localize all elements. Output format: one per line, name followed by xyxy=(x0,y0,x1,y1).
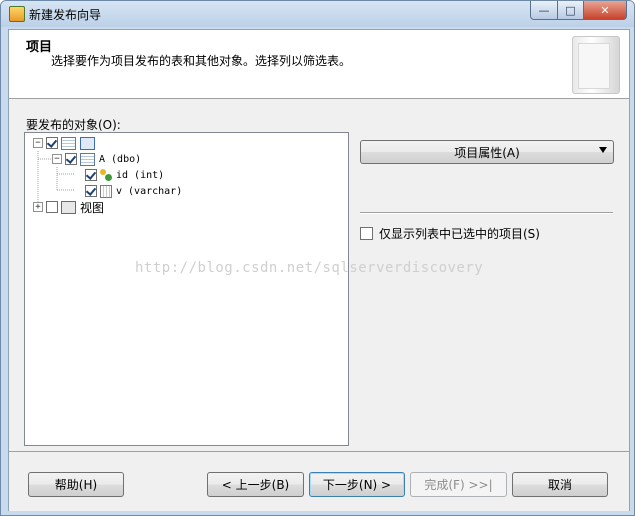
objects-tree[interactable]: − 表 − A (dbo) id (int) v (varchar) xyxy=(24,132,349,446)
tree-checkbox-column-v[interactable] xyxy=(85,185,97,197)
wizard-icon xyxy=(9,6,25,22)
close-button[interactable]: ✕ xyxy=(583,1,627,20)
wizard-body: 项目 选择要作为项目发布的表和其他对象。选择列以筛选表。 要发布的对象(O): … xyxy=(8,29,630,511)
tree-label-table-a: A (dbo) xyxy=(99,153,142,165)
item-properties-button[interactable]: 项目属性(A) xyxy=(360,140,614,164)
help-label: 帮助(H) xyxy=(54,478,98,492)
dropdown-arrow-icon xyxy=(599,147,607,153)
wizard-window: 新建发布向导 — □ ✕ 项目 选择要作为项目发布的表和其他对象。选择列以筛选表… xyxy=(0,0,635,516)
cancel-button[interactable]: 取消 xyxy=(512,472,608,497)
back-label: < 上一步(B) xyxy=(221,478,290,492)
item-properties-label: 项目属性(A) xyxy=(454,145,520,160)
tree-node-views[interactable]: + 视图 xyxy=(33,199,104,215)
tree-checkbox-column-id[interactable] xyxy=(85,169,97,181)
tables-icon xyxy=(80,136,95,150)
tree-node-column-id[interactable]: id (int) xyxy=(85,167,164,183)
column-icon xyxy=(100,184,112,198)
finish-button[interactable]: 完成(F) >>| xyxy=(410,472,507,497)
page-description: 选择要作为项目发布的表和其他对象。选择列以筛选表。 xyxy=(51,54,352,68)
back-button[interactable]: < 上一步(B) xyxy=(207,472,304,497)
maximize-icon: □ xyxy=(565,3,576,17)
primary-key-column-icon xyxy=(100,169,112,181)
next-label: 下一步(N) > xyxy=(322,478,392,492)
objects-label: 要发布的对象(O): xyxy=(26,118,121,132)
show-checked-only-checkbox[interactable]: 仅显示列表中已选中的项目(S) xyxy=(360,225,540,242)
tree-label-column-v: v (varchar) xyxy=(116,185,183,197)
tree-node-column-v[interactable]: v (varchar) xyxy=(85,183,182,199)
tree-checkbox-views[interactable] xyxy=(46,201,58,213)
expand-toggle[interactable]: + xyxy=(33,202,43,212)
minimize-button[interactable]: — xyxy=(530,1,558,20)
finish-label: 完成(F) >>| xyxy=(424,478,493,492)
checkbox-box[interactable] xyxy=(360,227,373,240)
page-title: 项目 xyxy=(26,40,53,55)
tree-node-table-a[interactable]: − A (dbo) xyxy=(52,151,141,167)
header-graphic-icon xyxy=(572,36,620,94)
window-title: 新建发布向导 xyxy=(29,8,102,22)
maximize-button[interactable]: □ xyxy=(557,1,584,20)
show-checked-only-label: 仅显示列表中已选中的项目(S) xyxy=(379,227,540,241)
help-button[interactable]: 帮助(H) xyxy=(28,472,124,497)
cancel-label: 取消 xyxy=(547,478,572,492)
title-bar[interactable]: 新建发布向导 — □ ✕ xyxy=(1,1,634,27)
tree-checkbox-table-a[interactable] xyxy=(65,153,77,165)
tree-checkbox-tables[interactable] xyxy=(46,137,58,149)
tree-node-tables[interactable]: − 表 xyxy=(33,135,99,151)
table-icon xyxy=(61,136,76,150)
minimize-icon: — xyxy=(538,3,550,17)
next-button[interactable]: 下一步(N) > xyxy=(309,472,405,497)
views-icon xyxy=(61,200,76,214)
collapse-toggle[interactable]: − xyxy=(52,154,62,164)
tree-label-column-id: id (int) xyxy=(116,169,165,181)
tree-label-views: 视图 xyxy=(80,200,105,215)
close-icon: ✕ xyxy=(600,3,610,17)
wizard-header: 项目 选择要作为项目发布的表和其他对象。选择列以筛选表。 xyxy=(9,30,629,99)
collapse-toggle[interactable]: − xyxy=(33,138,43,148)
table-icon xyxy=(80,152,95,166)
divider xyxy=(360,212,613,214)
